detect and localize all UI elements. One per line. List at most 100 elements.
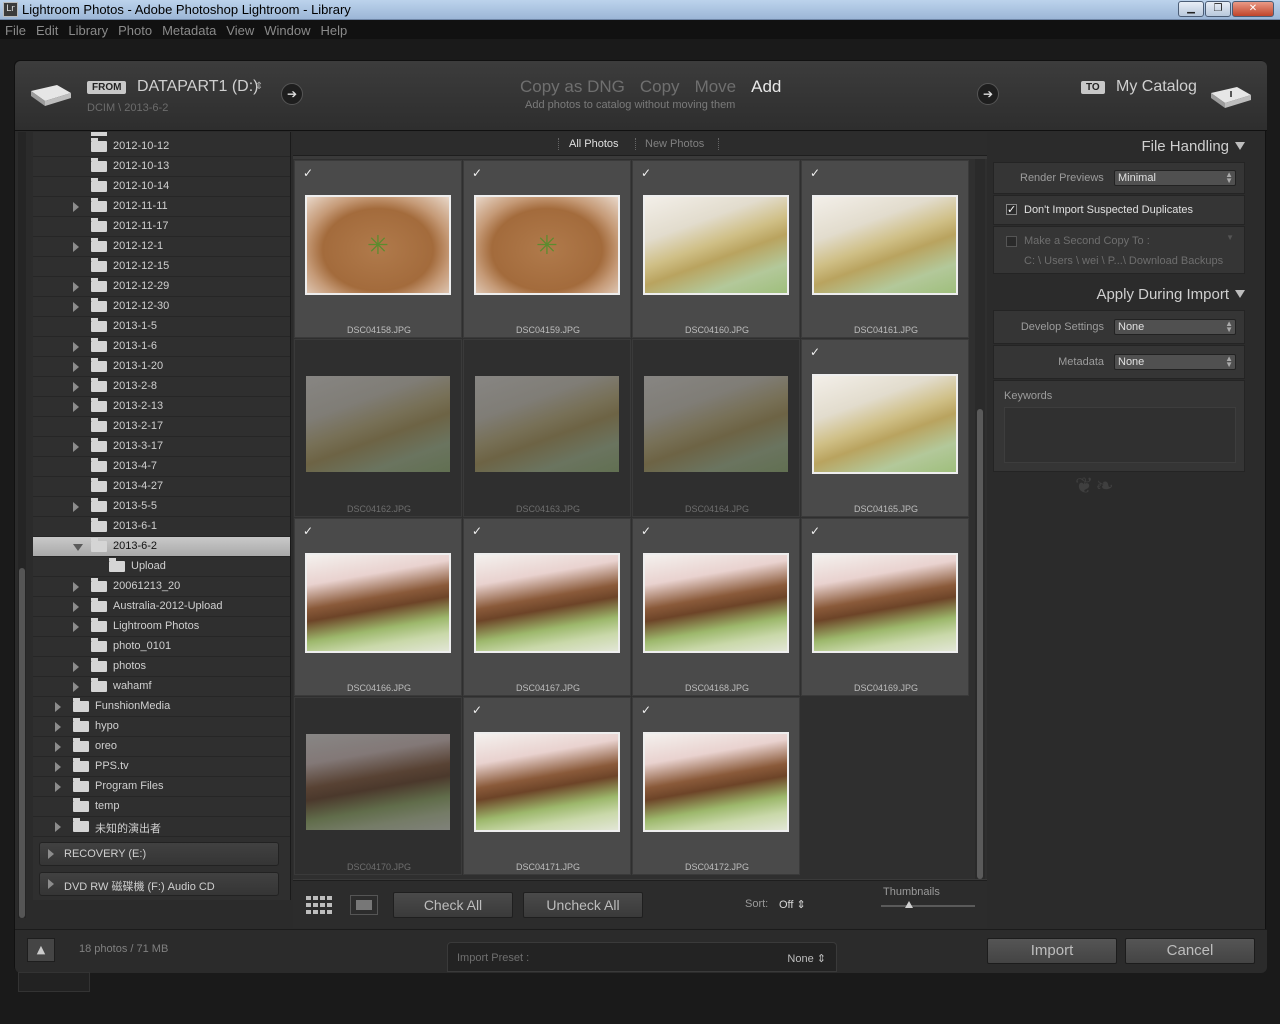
disclosure-closed-icon[interactable] [73,682,79,692]
photo-thumbnail[interactable]: ✳ [305,195,451,295]
grid-scrollbar[interactable] [975,159,985,879]
menu-metadata[interactable]: Metadata [157,22,221,40]
folder-row[interactable]: 2013-3-17 [33,437,290,457]
photo-thumbnail[interactable] [812,374,958,474]
disclosure-closed-icon[interactable] [73,602,79,612]
disclosure-closed-icon[interactable] [55,782,61,792]
folder-row[interactable]: wahamf [33,677,290,697]
mode-copy[interactable]: Copy [640,77,680,97]
photo-cell[interactable]: DSC04162.JPG [294,339,462,517]
include-checkbox[interactable]: ✓ [472,704,484,716]
apply-during-import-header[interactable]: Apply During Import [1096,286,1229,303]
disclosure-closed-icon[interactable] [55,702,61,712]
folder-row[interactable]: 2013-1-5 [33,317,290,337]
photo-thumbnail[interactable] [306,734,450,830]
photo-cell[interactable]: DSC04170.JPG [294,697,462,875]
disclosure-closed-icon[interactable] [73,282,79,292]
disclosure-closed-icon[interactable] [55,822,61,832]
include-checkbox[interactable]: ✓ [303,525,315,537]
import-button[interactable]: Import [987,938,1117,964]
source-arrow-button[interactable]: ➔ [281,83,303,105]
include-checkbox[interactable]: ✓ [810,525,822,537]
photo-thumbnail[interactable]: ✳ [474,195,620,295]
folder-row[interactable]: 2013-2-17 [33,417,290,437]
menu-edit[interactable]: Edit [31,22,63,40]
folder-row[interactable]: photo_0101 [33,637,290,657]
disclosure-closed-icon[interactable] [73,582,79,592]
photo-cell[interactable]: ✓ DSC04166.JPG [294,518,462,696]
disclosure-closed-icon[interactable] [73,502,79,512]
disclosure-closed-icon[interactable] [73,362,79,372]
loupe-view-icon[interactable] [350,895,378,915]
second-copy-dropdown-icon[interactable]: ▼ [1226,233,1234,242]
photo-thumbnail[interactable] [474,553,620,653]
close-window-button[interactable]: ✕ [1232,1,1274,17]
second-copy-checkbox[interactable] [1006,236,1017,247]
expand-up-button[interactable]: ▲ [27,938,55,962]
folder-row[interactable]: Upload [33,557,290,577]
folder-row[interactable]: FunshionMedia [33,697,290,717]
photo-thumbnail[interactable] [305,553,451,653]
disclosure-closed-icon[interactable] [73,302,79,312]
disclosure-closed-icon[interactable] [73,202,79,212]
folder-row[interactable]: temp [33,797,290,817]
metadata-select[interactable]: None ▲ ▼ [1114,354,1236,370]
include-checkbox[interactable]: ✓ [810,167,822,179]
photo-cell[interactable]: ✓ DSC04165.JPG [801,339,969,517]
folder-row[interactable]: 2012-10-14 [33,177,290,197]
folder-row[interactable]: 2012-12-1 [33,237,290,257]
folder-row[interactable]: Lightroom Photos [33,617,290,637]
grid-view-icon[interactable] [305,895,335,915]
folder-row[interactable]: 2013-6-1 [33,517,290,537]
tab-new-photos[interactable]: New Photos [645,138,704,150]
disclosure-closed-icon[interactable] [73,662,79,672]
folder-row[interactable]: 2012-10-13 [33,157,290,177]
include-checkbox[interactable]: ✓ [641,704,653,716]
disclosure-closed-icon[interactable] [55,762,61,772]
volume-button[interactable]: DVD RW 磁碟機 (F:) Audio CD [39,872,279,896]
apply-during-import-collapse-icon[interactable] [1235,290,1245,298]
grid-scroll-thumb[interactable] [977,409,983,879]
folder-row[interactable]: 2013-4-7 [33,457,290,477]
include-checkbox[interactable]: ✓ [472,167,484,179]
sort-select[interactable]: Off ⇕ [779,898,806,911]
folder-row[interactable]: 20061213_20 [33,577,290,597]
minimize-button[interactable]: ▁ [1178,1,1204,17]
thumbnail-size-slider[interactable] [881,901,975,908]
folder-row[interactable]: Program Files [33,777,290,797]
photo-cell[interactable]: ✓ DSC04160.JPG [632,160,800,338]
folder-scroll-thumb[interactable] [19,568,25,918]
check-all-button[interactable]: Check All [393,892,513,918]
photo-cell[interactable]: DSC04164.JPG [632,339,800,517]
folder-row[interactable]: 2012-11-17 [33,217,290,237]
disclosure-closed-icon[interactable] [73,442,79,452]
folder-row[interactable]: hypo [33,717,290,737]
maximize-button[interactable]: ❐ [1205,1,1231,17]
photo-thumbnail[interactable] [474,732,620,832]
menu-help[interactable]: Help [316,22,353,40]
disclosure-closed-icon[interactable] [73,242,79,252]
source-drive-name[interactable]: DATAPART1 (D:) [137,78,259,96]
tab-all-photos[interactable]: All Photos [569,138,619,150]
photo-cell[interactable]: ✓ DSC04169.JPG [801,518,969,696]
folder-row[interactable]: 未知的演出者 [33,817,290,837]
folder-row[interactable]: 2013-1-6 [33,337,290,357]
folder-row[interactable]: 2012-12-30 [33,297,290,317]
mode-move[interactable]: Move [695,77,737,97]
photo-cell[interactable]: ✓ ✳ DSC04159.JPG [463,160,631,338]
file-handling-header[interactable]: File Handling [1141,138,1229,155]
develop-settings-select[interactable]: None ▲ ▼ [1114,319,1236,335]
photo-cell[interactable]: ✓ DSC04168.JPG [632,518,800,696]
photo-cell[interactable]: ✓ DSC04167.JPG [463,518,631,696]
folder-row[interactable]: 2012-10-12 [33,137,290,157]
filmstrip-tab[interactable] [18,972,90,992]
menu-library[interactable]: Library [63,22,113,40]
photo-thumbnail[interactable] [644,376,788,472]
disclosure-closed-icon[interactable] [73,622,79,632]
disclosure-open-icon[interactable] [73,544,83,551]
menu-window[interactable]: Window [259,22,315,40]
dont-import-duplicates-checkbox[interactable]: ✓ [1006,204,1017,215]
photo-cell[interactable]: ✓ DSC04171.JPG [463,697,631,875]
photo-thumbnail[interactable] [306,376,450,472]
file-handling-collapse-icon[interactable] [1235,142,1245,150]
